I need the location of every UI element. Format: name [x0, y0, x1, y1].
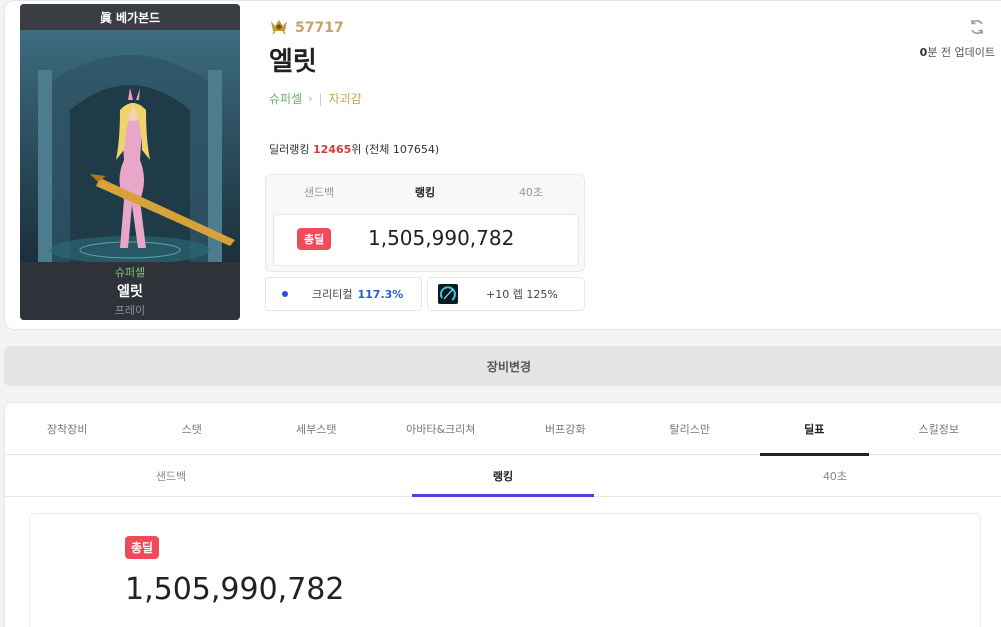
tab-buff[interactable]: 버프강화	[503, 403, 628, 455]
update-suffix: 분 전 업데이트	[927, 46, 995, 59]
tab-damage[interactable]: 딜표	[752, 403, 877, 456]
critical-dot-icon	[282, 291, 288, 297]
mini-value-box: 총딜 1,505,990,782	[273, 214, 579, 266]
ranking-line: 딜러랭킹 12465위 (전체 107654)	[269, 141, 439, 157]
tab-panel: 장착장비 스탯 세부스탯 아바타&크리쳐 버프강화 탈리스만 딜표 스킬정보 샌…	[4, 402, 1001, 627]
equip-change-button[interactable]: 장비변경	[4, 346, 1001, 386]
character-panel[interactable]: 眞 베가본드 슈퍼셀 엘릿 프레이	[20, 4, 240, 320]
character-portrait	[20, 30, 240, 264]
critical-label: 크리티컬	[312, 288, 353, 301]
subtab-40s[interactable]: 40초	[669, 456, 1001, 496]
guild-name[interactable]: 자괴감	[329, 90, 362, 107]
character-name: 엘릿	[117, 284, 143, 300]
adventure-name: 슈퍼셀	[114, 266, 146, 279]
ranking-prefix: 딜러랭킹	[269, 143, 313, 156]
sub-tabs: 샌드백 랭킹 40초	[5, 456, 1001, 497]
refresh-icon[interactable]	[968, 18, 986, 40]
total-damage-value: 1,505,990,782	[368, 226, 515, 250]
fame: 57717	[269, 18, 344, 38]
mini-tabs: 샌드백 랭킹 40초	[266, 175, 584, 209]
update-status: 0분 전 업데이트	[920, 44, 995, 60]
ranking-suffix: 위 (전체 107654)	[351, 143, 440, 156]
weapon-stat: +10 렙 125%	[427, 277, 585, 311]
profile-card: 眞 베가본드 슈퍼셀 엘릿 프레이 57717 엘릿 슈퍼셀 › | 자괴감 0…	[4, 0, 1001, 330]
mini-tab-sandbag[interactable]: 샌드백	[266, 175, 372, 209]
tab-talisman[interactable]: 탈리스만	[628, 403, 753, 455]
subtab-ranking[interactable]: 랭킹	[337, 456, 669, 497]
ranking-number: 12465	[312, 143, 352, 156]
critical-value: 117.3%	[357, 287, 404, 301]
critical-stat: 크리티컬 117.3%	[265, 277, 422, 311]
mini-damage-panel: 샌드백 랭킹 40초 총딜 1,505,990,782	[265, 174, 585, 272]
total-damage-badge: 총딜	[297, 228, 332, 250]
fame-value: 57717	[295, 20, 344, 36]
tab-skill-info[interactable]: 스킬정보	[877, 403, 1001, 455]
tab-detail-stats[interactable]: 세부스탯	[254, 403, 379, 455]
tags-row: 슈퍼셀 › | 자괴감	[269, 90, 362, 107]
weapon-text: +10 렙 125%	[486, 288, 558, 301]
tab-avatar-creature[interactable]: 아바타&크리쳐	[379, 403, 504, 455]
weapon-icon	[438, 284, 458, 304]
result-badge: 총딜	[125, 536, 160, 559]
damage-result-card: 총딜 1,505,990,782	[29, 513, 981, 627]
character-job: 프레이	[114, 304, 146, 317]
divider: |	[318, 91, 323, 106]
main-tabs: 장착장비 스탯 세부스탯 아바타&크리쳐 버프강화 탈리스만 딜표 스킬정보	[5, 403, 1001, 456]
fame-icon	[269, 18, 289, 38]
subtab-sandbag[interactable]: 샌드백	[5, 456, 337, 496]
result-value: 1,505,990,782	[125, 572, 345, 607]
server-name: 眞 베가본드	[20, 4, 240, 30]
tab-stats[interactable]: 스탯	[130, 403, 255, 455]
character-footer: 슈퍼셀 엘릿 프레이	[20, 262, 240, 320]
tab-equipment[interactable]: 장착장비	[5, 403, 130, 455]
mini-tab-40s[interactable]: 40초	[478, 175, 584, 209]
page-title: 엘릿	[269, 47, 317, 77]
mini-tab-ranking[interactable]: 랭킹	[372, 175, 478, 209]
chevron-right-icon: ›	[308, 92, 313, 105]
adventure-link[interactable]: 슈퍼셀	[269, 90, 302, 107]
